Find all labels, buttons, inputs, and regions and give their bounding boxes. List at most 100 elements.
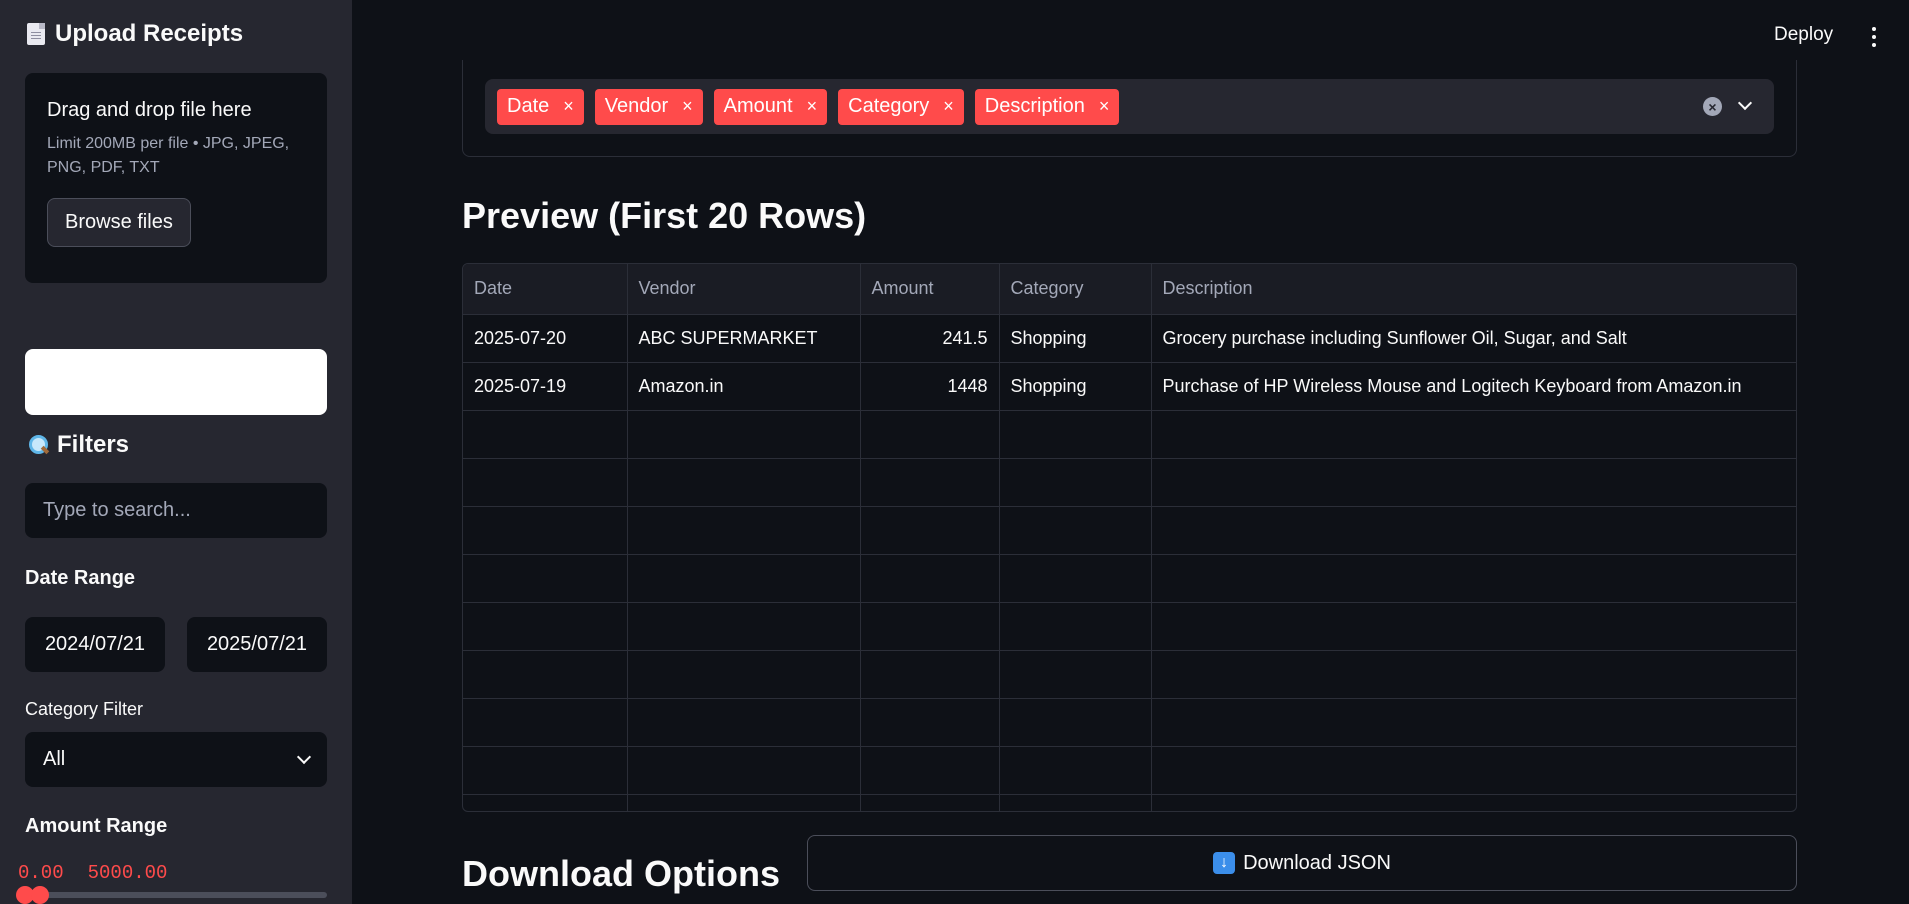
search-input[interactable] bbox=[25, 483, 327, 538]
category-filter-label: Category Filter bbox=[25, 699, 144, 719]
table-row[interactable]: 2025-07-19 Amazon.in 1448 Shopping Purchase … bbox=[463, 362, 1796, 411]
column-chip[interactable]: Description × bbox=[974, 88, 1120, 125]
chip-remove-icon[interactable]: × bbox=[943, 96, 954, 117]
download-options-title: Download Options bbox=[462, 853, 780, 894]
empty-cell bbox=[463, 410, 628, 459]
table-cell[interactable]: Shopping bbox=[999, 314, 1152, 363]
amount-slider-track[interactable] bbox=[25, 892, 327, 898]
empty-cell bbox=[463, 602, 628, 651]
empty-cell bbox=[627, 794, 861, 811]
empty-cell bbox=[860, 458, 1000, 507]
column-multiselect[interactable]: Date × Vendor × Amount × Category × Description × bbox=[485, 79, 1774, 134]
table-cell[interactable]: Shopping bbox=[999, 362, 1152, 411]
table-cell[interactable]: Amazon.in bbox=[627, 362, 861, 411]
blank-white-panel bbox=[25, 349, 327, 415]
empty-cell bbox=[1151, 554, 1796, 603]
deploy-button[interactable]: Deploy bbox=[1774, 24, 1833, 46]
column-header[interactable]: Date bbox=[463, 264, 628, 315]
download-json-label: Download JSON bbox=[1243, 851, 1391, 874]
table-cell[interactable]: 241.5 bbox=[860, 314, 1000, 363]
amount-slider-max-thumb[interactable] bbox=[31, 886, 49, 904]
column-header[interactable]: Category bbox=[999, 264, 1152, 315]
amount-min-value: 0.00 bbox=[18, 862, 64, 884]
empty-cell bbox=[627, 698, 861, 747]
empty-cell bbox=[1151, 698, 1796, 747]
chip-remove-icon[interactable]: × bbox=[1099, 96, 1110, 117]
date-start-input[interactable]: 2024/07/21 bbox=[25, 617, 165, 672]
date-end-input[interactable]: 2025/07/21 bbox=[187, 617, 327, 672]
empty-table-row bbox=[463, 602, 1796, 651]
chip-remove-icon[interactable]: × bbox=[682, 96, 693, 117]
empty-table-row bbox=[463, 554, 1796, 603]
table-row[interactable]: 2025-07-20 ABC SUPERMARKET 241.5 Shopping Gr… bbox=[463, 314, 1796, 363]
empty-cell bbox=[627, 554, 861, 603]
empty-cell bbox=[627, 410, 861, 459]
empty-cell bbox=[463, 746, 628, 795]
empty-table-row bbox=[463, 698, 1796, 747]
empty-cell bbox=[463, 794, 628, 811]
empty-table-row bbox=[463, 410, 1796, 459]
empty-cell bbox=[1151, 650, 1796, 699]
filters-title-text: Filters bbox=[57, 431, 130, 458]
empty-cell bbox=[999, 506, 1152, 555]
column-header[interactable]: Description bbox=[1151, 264, 1796, 315]
chip-label: Description bbox=[984, 95, 1085, 117]
table-cell[interactable]: 2025-07-20 bbox=[463, 314, 628, 363]
empty-cell bbox=[1151, 794, 1796, 811]
empty-cell bbox=[999, 794, 1152, 811]
browse-files-button[interactable]: Browse files bbox=[47, 198, 191, 247]
table-cell[interactable]: ABC SUPERMARKET bbox=[627, 314, 861, 363]
empty-cell bbox=[860, 650, 1000, 699]
empty-cell bbox=[463, 554, 628, 603]
chip-remove-icon[interactable]: × bbox=[563, 96, 574, 117]
column-chip[interactable]: Category × bbox=[838, 88, 964, 125]
table-cell[interactable]: 2025-07-19 bbox=[463, 362, 628, 411]
category-filter-select[interactable]: All bbox=[25, 732, 327, 787]
download-arrow-icon: ↓ bbox=[1213, 852, 1236, 874]
empty-cell bbox=[999, 458, 1152, 507]
column-chip[interactable]: Vendor × bbox=[594, 88, 703, 125]
amount-range-values: 0.00 5000.00 bbox=[18, 862, 167, 884]
column-chip[interactable]: Date × bbox=[497, 88, 584, 125]
chip-remove-icon[interactable]: × bbox=[807, 96, 818, 117]
dropzone-hint: Limit 200MB per file • JPG, JPEG, PNG, P… bbox=[47, 135, 290, 176]
preview-table[interactable]: Date Vendor Amount Category Description 2025… bbox=[462, 263, 1797, 812]
upload-section-title: Upload Receipts bbox=[27, 20, 243, 48]
empty-table-row bbox=[463, 458, 1796, 507]
category-selected-value: All bbox=[43, 748, 66, 770]
empty-cell bbox=[999, 410, 1152, 459]
dropzone-title: Drag and drop file here bbox=[47, 99, 252, 121]
empty-table-row bbox=[463, 650, 1796, 699]
empty-cell bbox=[860, 698, 1000, 747]
preview-title: Preview (First 20 Rows) bbox=[462, 195, 867, 236]
empty-cell bbox=[1151, 602, 1796, 651]
table-cell[interactable]: Grocery purchase including Sunflower Oil… bbox=[1151, 314, 1796, 363]
empty-cell bbox=[999, 746, 1152, 795]
empty-table-row bbox=[463, 794, 1796, 811]
empty-cell bbox=[627, 458, 861, 507]
upload-title-text: Upload Receipts bbox=[55, 20, 244, 47]
amount-max-value: 5000.00 bbox=[87, 862, 168, 884]
empty-cell bbox=[1151, 458, 1796, 507]
column-chip[interactable]: Amount × bbox=[713, 88, 828, 125]
empty-cell bbox=[627, 602, 861, 651]
amount-range-label: Amount Range bbox=[25, 815, 168, 837]
sidebar: Upload Receipts Drag and drop file here … bbox=[0, 0, 352, 904]
table-cell[interactable]: 1448 bbox=[860, 362, 1000, 411]
main-menu-icon[interactable] bbox=[1872, 27, 1876, 47]
empty-cell bbox=[1151, 506, 1796, 555]
download-json-button[interactable]: ↓ Download JSON bbox=[807, 835, 1797, 891]
column-header[interactable]: Amount bbox=[860, 264, 1000, 315]
empty-cell bbox=[1151, 410, 1796, 459]
empty-cell bbox=[627, 746, 861, 795]
date-range-label: Date Range bbox=[25, 567, 136, 589]
column-header[interactable]: Vendor bbox=[627, 264, 861, 315]
empty-cell bbox=[860, 746, 1000, 795]
empty-cell bbox=[860, 794, 1000, 811]
empty-cell bbox=[999, 698, 1152, 747]
file-dropzone[interactable]: Drag and drop file here Limit 200MB per … bbox=[25, 73, 327, 283]
document-icon bbox=[27, 23, 45, 45]
empty-cell bbox=[463, 698, 628, 747]
table-cell[interactable]: Purchase of HP Wireless Mouse and Logite… bbox=[1151, 362, 1796, 411]
clear-selection-icon[interactable]: × bbox=[1703, 97, 1722, 116]
